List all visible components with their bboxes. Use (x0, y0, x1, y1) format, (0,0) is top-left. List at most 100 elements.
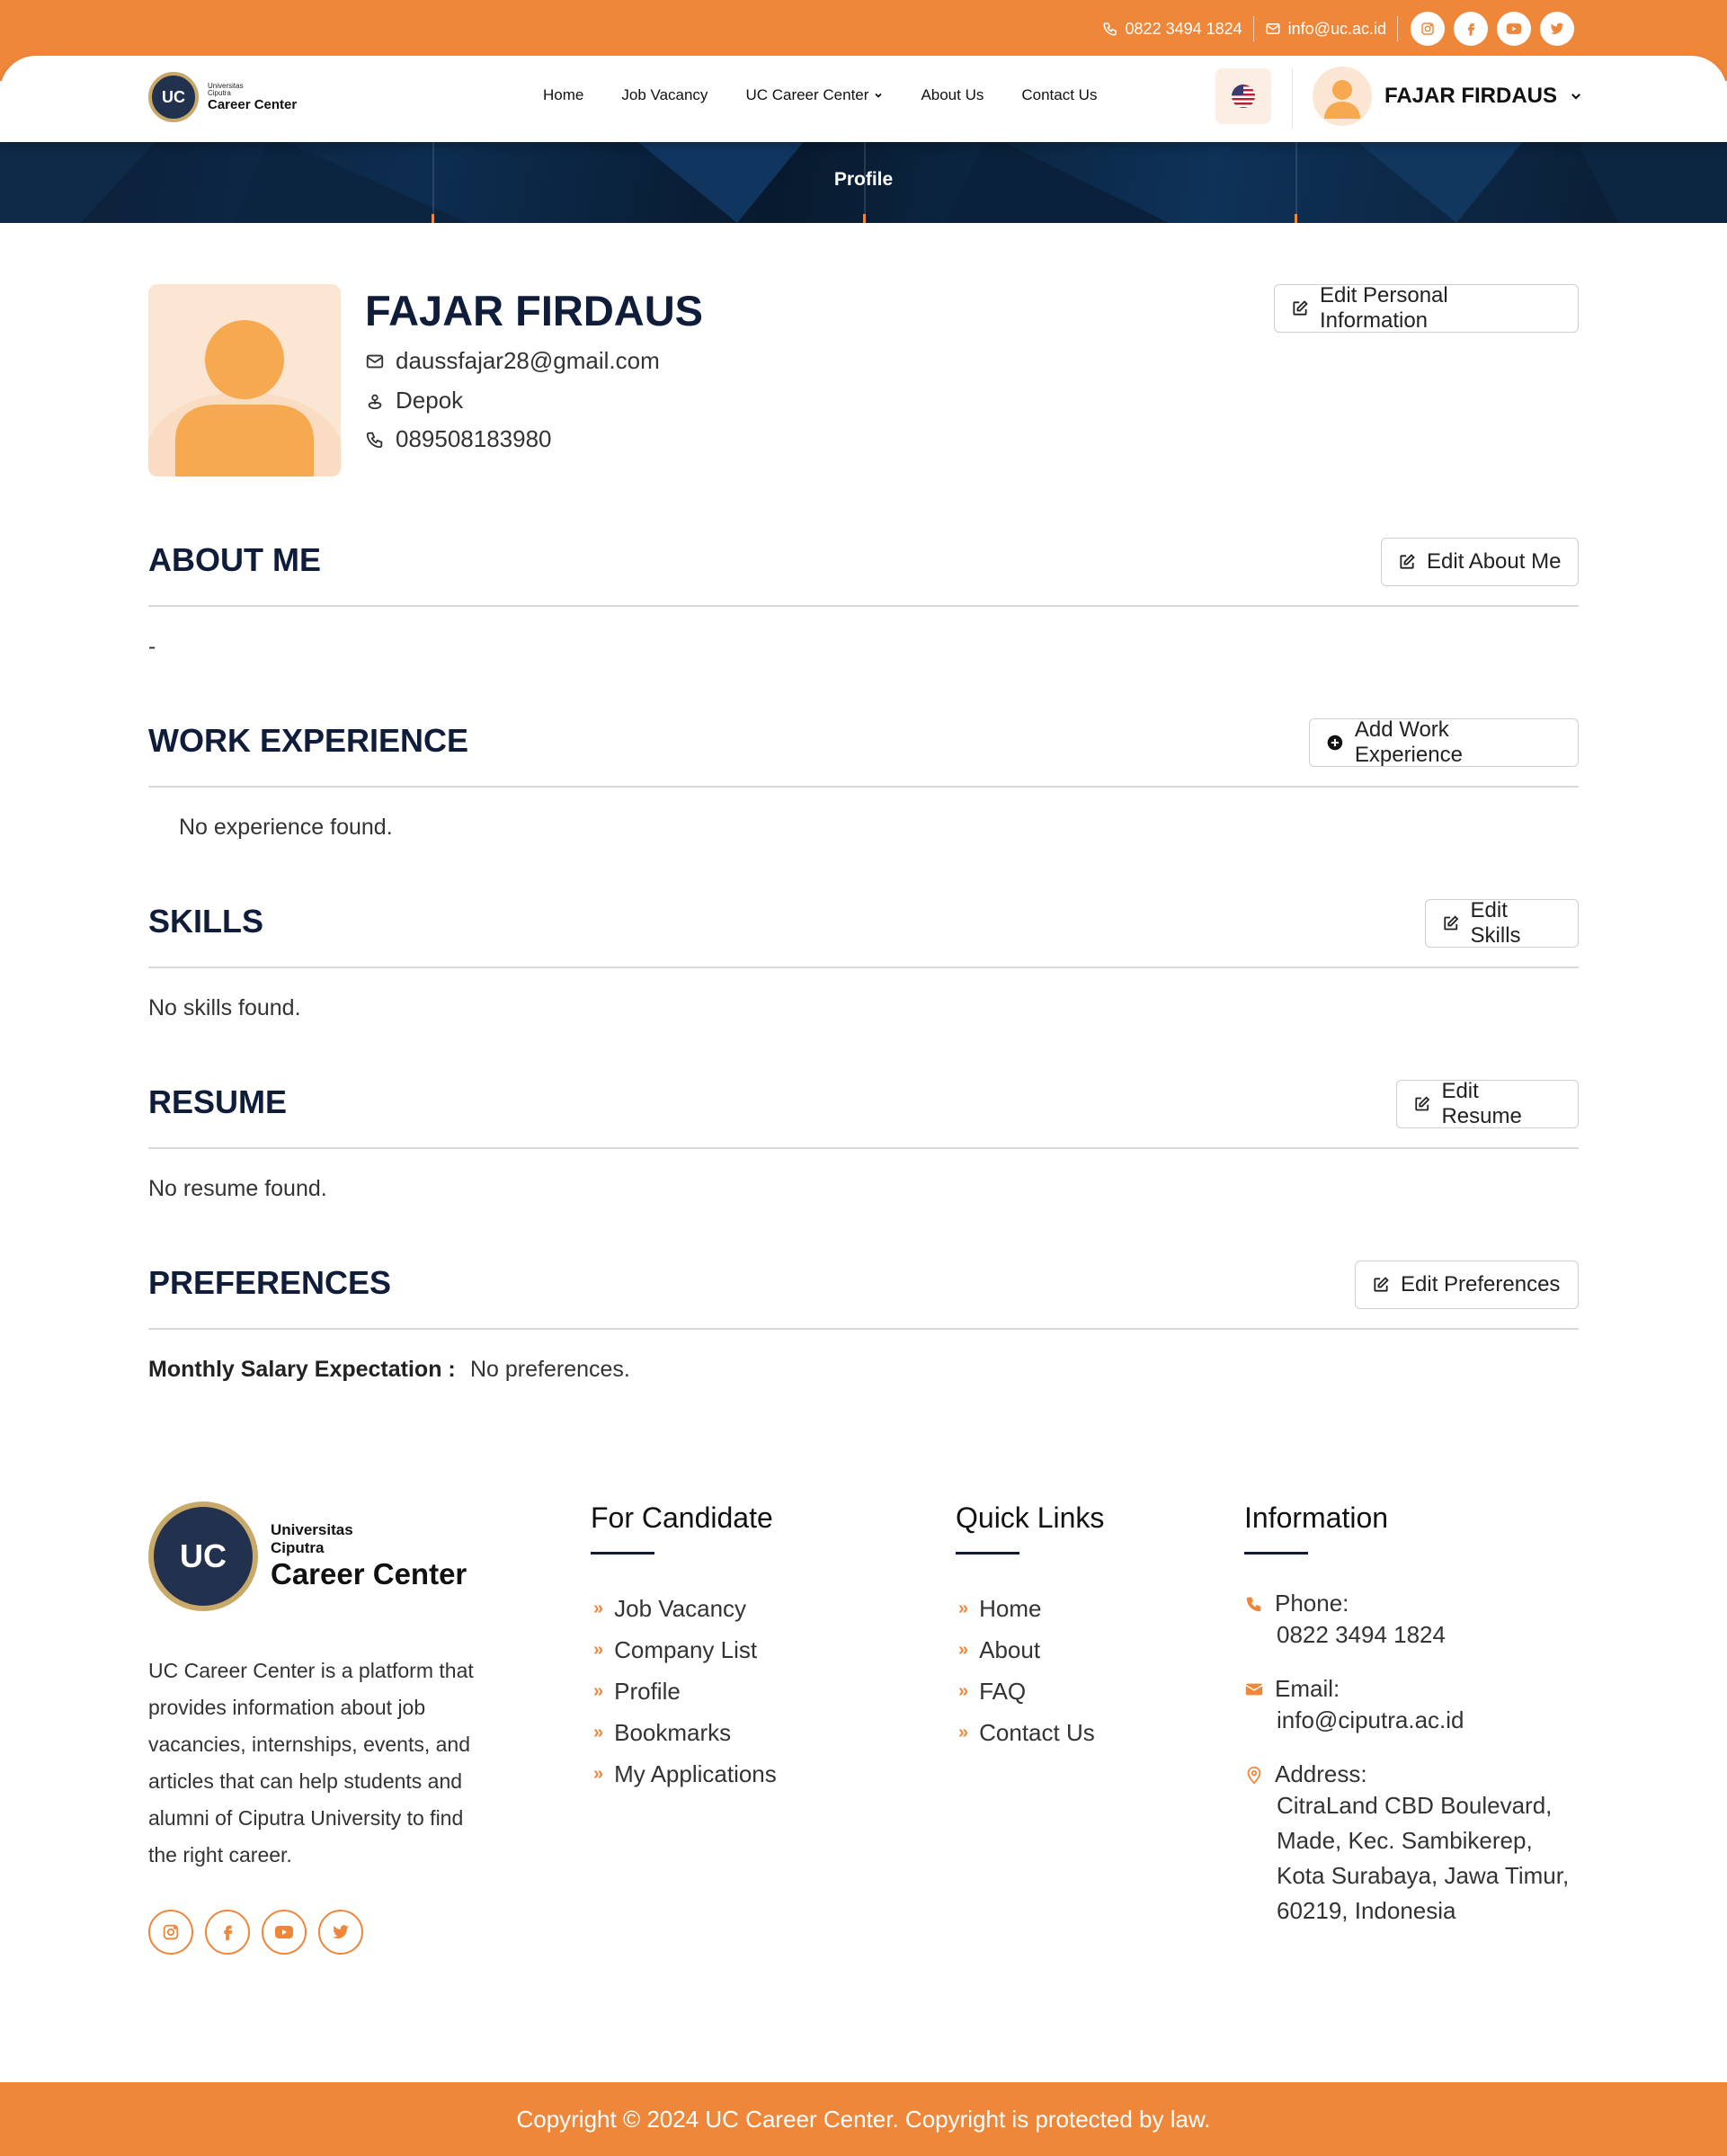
salary-value: No preferences. (470, 1357, 630, 1382)
facebook-icon[interactable] (205, 1910, 250, 1955)
divider (148, 786, 1579, 788)
footer-logo[interactable]: UC Universitas Ciputra Career Center (148, 1501, 467, 1611)
about-content: - (148, 634, 156, 659)
edit-resume-button[interactable]: Edit Resume (1396, 1079, 1579, 1128)
info-address: Address: CitraLand CBD Boulevard, Made, … (1244, 1760, 1586, 1929)
us-flag-icon (1232, 85, 1255, 108)
nav-menu: Home Job Vacancy UC Career Center About … (543, 86, 1135, 104)
instagram-icon[interactable] (148, 1910, 193, 1955)
button-label: Add Work Experience (1354, 717, 1463, 767)
map-pin-icon (1247, 1766, 1261, 1784)
nav-item-uc-career-center[interactable]: UC Career Center (745, 86, 883, 104)
footer-link-my-applications[interactable]: » My Applications (593, 1753, 777, 1795)
edit-personal-info-button[interactable]: Edit Personal Information (1274, 283, 1579, 333)
nav-item-about-us[interactable]: About Us (921, 86, 984, 104)
footer-link-home[interactable]: » Home (958, 1588, 1095, 1629)
double-chevron-icon: » (958, 1680, 969, 1701)
quick-links-list: » Home » About » FAQ » Contact Us (958, 1588, 1095, 1753)
footer-link-bookmarks[interactable]: » Bookmarks (593, 1712, 777, 1753)
footer-link-about[interactable]: » About (958, 1629, 1095, 1670)
banner-tick (432, 214, 434, 223)
information-title: Information (1244, 1501, 1389, 1534)
button-label: Edit Resume (1441, 1079, 1522, 1128)
copyright-text: Copyright © 2024 UC Career Center. Copyr… (516, 2105, 1211, 2133)
location-icon (368, 394, 382, 409)
footer-description: UC Career Center is a platform that prov… (148, 1659, 474, 1866)
page-banner: Profile (0, 135, 1727, 223)
button-label: Edit About Me (1427, 549, 1562, 574)
top-phone[interactable]: 0822 3494 1824 (1091, 20, 1253, 39)
footer-social-links (148, 1910, 363, 1955)
top-social-links (1411, 12, 1574, 46)
footer-link-job-vacancy[interactable]: » Job Vacancy (593, 1588, 777, 1629)
twitter-icon[interactable] (1540, 12, 1574, 46)
button-label: Edit Skills (1470, 898, 1521, 948)
info-email-value[interactable]: info@ciputra.ac.id (1244, 1703, 1586, 1738)
resume-content: No resume found. (148, 1176, 327, 1201)
double-chevron-icon: » (593, 1639, 604, 1660)
nav-item-label: UC Career Center (745, 86, 869, 103)
divider (1292, 68, 1293, 128)
youtube-icon[interactable] (262, 1910, 307, 1955)
nav-item-home[interactable]: Home (543, 86, 583, 104)
double-chevron-icon: » (593, 1680, 604, 1701)
profile-phone-row: 089508183980 (365, 425, 552, 453)
profile-email: daussfajar28@gmail.com (396, 347, 660, 374)
edit-preferences-button[interactable]: Edit Preferences (1355, 1261, 1579, 1309)
footer-link-company-list[interactable]: » Company List (593, 1629, 777, 1670)
title-underline (1244, 1552, 1308, 1555)
profile-email-row: daussfajar28@gmail.com (365, 347, 660, 375)
nav-item-job-vacancy[interactable]: Job Vacancy (621, 86, 708, 104)
copyright-bar: Copyright © 2024 UC Career Center. Copyr… (0, 2082, 1727, 2156)
user-menu[interactable]: FAJAR FIRDAUS (1313, 67, 1582, 126)
edit-icon (1374, 1277, 1389, 1292)
logo-emblem: UC (148, 1501, 258, 1611)
chevron-down-icon (875, 93, 883, 98)
facebook-icon[interactable] (1454, 12, 1488, 46)
info-phone-label: Phone: (1275, 1590, 1349, 1617)
edit-icon (1293, 300, 1308, 316)
button-label: Edit Personal Information (1319, 283, 1448, 333)
user-placeholder-icon (148, 284, 341, 477)
site-logo[interactable]: UC Universitas Ciputra Career Center (148, 72, 297, 122)
edit-icon (1400, 554, 1415, 569)
footer-link-contact-us[interactable]: » Contact Us (958, 1712, 1095, 1753)
info-phone: Phone: 0822 3494 1824 (1244, 1590, 1586, 1653)
divider (148, 605, 1579, 607)
nav-item-contact-us[interactable]: Contact Us (1021, 86, 1097, 104)
add-work-experience-button[interactable]: Add Work Experience (1309, 717, 1579, 767)
edit-icon (1444, 915, 1459, 931)
skills-title: SKILLS (148, 903, 264, 940)
phone-icon (366, 432, 383, 448)
info-address-label: Address: (1275, 1760, 1367, 1787)
preferences-title: PREFERENCES (148, 1264, 392, 1301)
button-label: Edit Preferences (1401, 1272, 1561, 1296)
edit-about-button[interactable]: Edit About Me (1381, 538, 1579, 586)
twitter-icon[interactable] (318, 1910, 363, 1955)
double-chevron-icon: » (958, 1722, 969, 1742)
instagram-icon[interactable] (1411, 12, 1445, 46)
youtube-icon[interactable] (1497, 12, 1531, 46)
title-underline (591, 1552, 654, 1555)
info-address-value: CitraLand CBD Boulevard, Made, Kec. Samb… (1277, 1792, 1570, 1924)
footer-link-profile[interactable]: » Profile (593, 1670, 777, 1712)
profile-avatar (148, 284, 341, 477)
language-switcher[interactable] (1215, 68, 1271, 124)
footer-link-faq[interactable]: » FAQ (958, 1670, 1095, 1712)
top-email-text: info@uc.ac.id (1287, 19, 1386, 38)
for-candidate-list: » Job Vacancy » Company List » Profile » Boo… (593, 1588, 777, 1795)
info-email: Email: info@ciputra.ac.id (1244, 1675, 1586, 1738)
double-chevron-icon: » (958, 1598, 969, 1618)
mail-icon (1245, 1683, 1263, 1695)
edit-skills-button[interactable]: Edit Skills (1425, 898, 1579, 948)
top-email[interactable]: info@uc.ac.id (1254, 20, 1397, 39)
title-underline (956, 1552, 1019, 1555)
logo-text: Universitas Ciputra Career Center (208, 81, 298, 112)
divider (148, 1328, 1579, 1330)
work-experience-content: No experience found. (179, 815, 393, 840)
plus-circle-icon (1327, 735, 1343, 751)
divider (148, 967, 1579, 968)
mail-icon (1266, 23, 1280, 34)
info-phone-value[interactable]: 0822 3494 1824 (1244, 1617, 1586, 1653)
profile-phone: 089508183980 (396, 425, 552, 452)
